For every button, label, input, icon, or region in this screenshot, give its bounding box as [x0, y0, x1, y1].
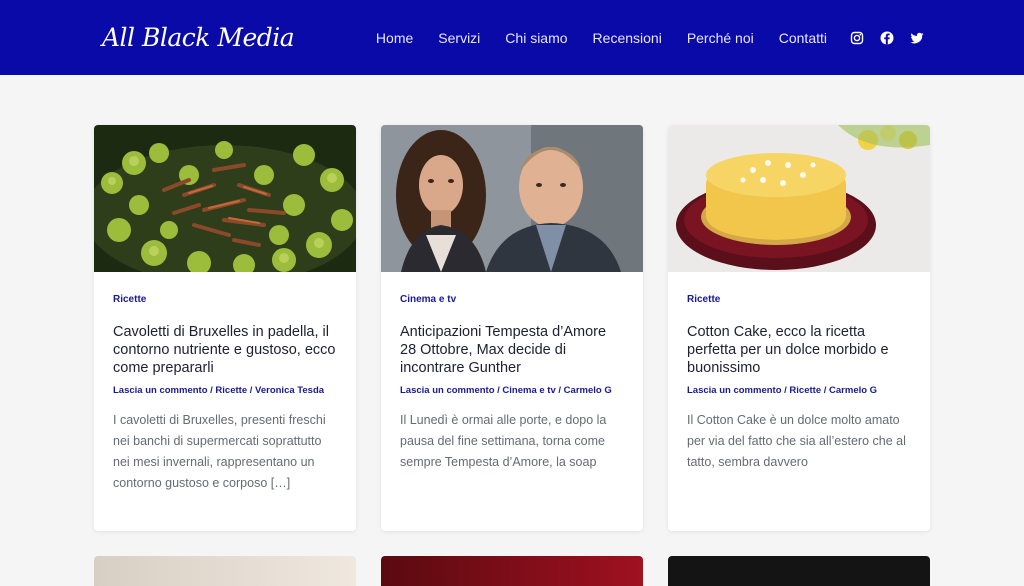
social-links	[850, 31, 924, 45]
site-logo[interactable]: All Black Media	[102, 23, 295, 52]
author-link[interactable]: Veronica Tesda	[255, 385, 324, 396]
post-card: Ricette Cotton Cake, ecco la ricetta per…	[668, 125, 930, 531]
main-nav: Home Servizi Chi siamo Recensioni Perché…	[376, 30, 827, 46]
nav-chi-siamo[interactable]: Chi siamo	[505, 30, 567, 46]
post-thumbnail-partial[interactable]	[381, 556, 643, 586]
post-meta: Lascia un commento / Ricette / Veronica …	[113, 385, 337, 396]
comment-link[interactable]: Lascia un commento	[400, 385, 495, 396]
post-title[interactable]: Cavoletti di Bruxelles in padella, il co…	[113, 323, 337, 377]
post-excerpt: Il Cotton Cake è un dolce molto amato pe…	[687, 413, 906, 469]
posts-grid-next-row	[94, 556, 930, 586]
comment-link[interactable]: Lascia un commento	[113, 385, 208, 396]
comment-link[interactable]: Lascia un commento	[687, 385, 782, 396]
category-link[interactable]: Ricette	[789, 385, 821, 396]
post-excerpt: Il Lunedì è ormai alle porte, e dopo la …	[400, 413, 607, 469]
post-thumbnail-partial[interactable]	[94, 556, 356, 586]
post-thumbnail-brussels-sprouts[interactable]	[94, 125, 356, 272]
posts-grid: Ricette Cavoletti di Bruxelles in padell…	[94, 125, 930, 531]
post-title[interactable]: Anticipazioni Tempesta d’Amore 28 Ottobr…	[400, 323, 624, 377]
post-category[interactable]: Ricette	[687, 294, 911, 305]
post-excerpt: I cavoletti di Bruxelles, presenti fresc…	[113, 413, 326, 490]
post-meta: Lascia un commento / Cinema e tv / Carme…	[400, 385, 624, 396]
post-card: Ricette Cavoletti di Bruxelles in padell…	[94, 125, 356, 531]
nav-recensioni[interactable]: Recensioni	[593, 30, 662, 46]
site-header: All Black Media Home Servizi Chi siamo R…	[0, 0, 1024, 75]
category-link[interactable]: Ricette	[215, 385, 247, 396]
nav-perche-noi[interactable]: Perché noi	[687, 30, 754, 46]
author-link[interactable]: Carmelo G	[829, 385, 877, 396]
facebook-icon[interactable]	[880, 31, 894, 45]
post-category[interactable]: Cinema e tv	[400, 294, 624, 305]
category-link[interactable]: Cinema e tv	[502, 385, 555, 396]
post-meta: Lascia un commento / Ricette / Carmelo G	[687, 385, 911, 396]
post-thumbnail-tempesta-damore[interactable]	[381, 125, 643, 272]
meta-separator: /	[821, 385, 830, 396]
meta-separator: /	[247, 385, 256, 396]
meta-separator: /	[555, 385, 564, 396]
post-thumbnail-cotton-cake[interactable]	[668, 125, 930, 272]
nav-contatti[interactable]: Contatti	[779, 30, 827, 46]
instagram-icon[interactable]	[850, 31, 864, 45]
post-card: Cinema e tv Anticipazioni Tempesta d’Amo…	[381, 125, 643, 531]
twitter-icon[interactable]	[910, 31, 924, 45]
nav-home[interactable]: Home	[376, 30, 413, 46]
post-thumbnail-partial[interactable]	[668, 556, 930, 586]
post-category[interactable]: Ricette	[113, 294, 337, 305]
nav-servizi[interactable]: Servizi	[438, 30, 480, 46]
author-link[interactable]: Carmelo G	[564, 385, 612, 396]
post-title[interactable]: Cotton Cake, ecco la ricetta perfetta pe…	[687, 323, 911, 377]
